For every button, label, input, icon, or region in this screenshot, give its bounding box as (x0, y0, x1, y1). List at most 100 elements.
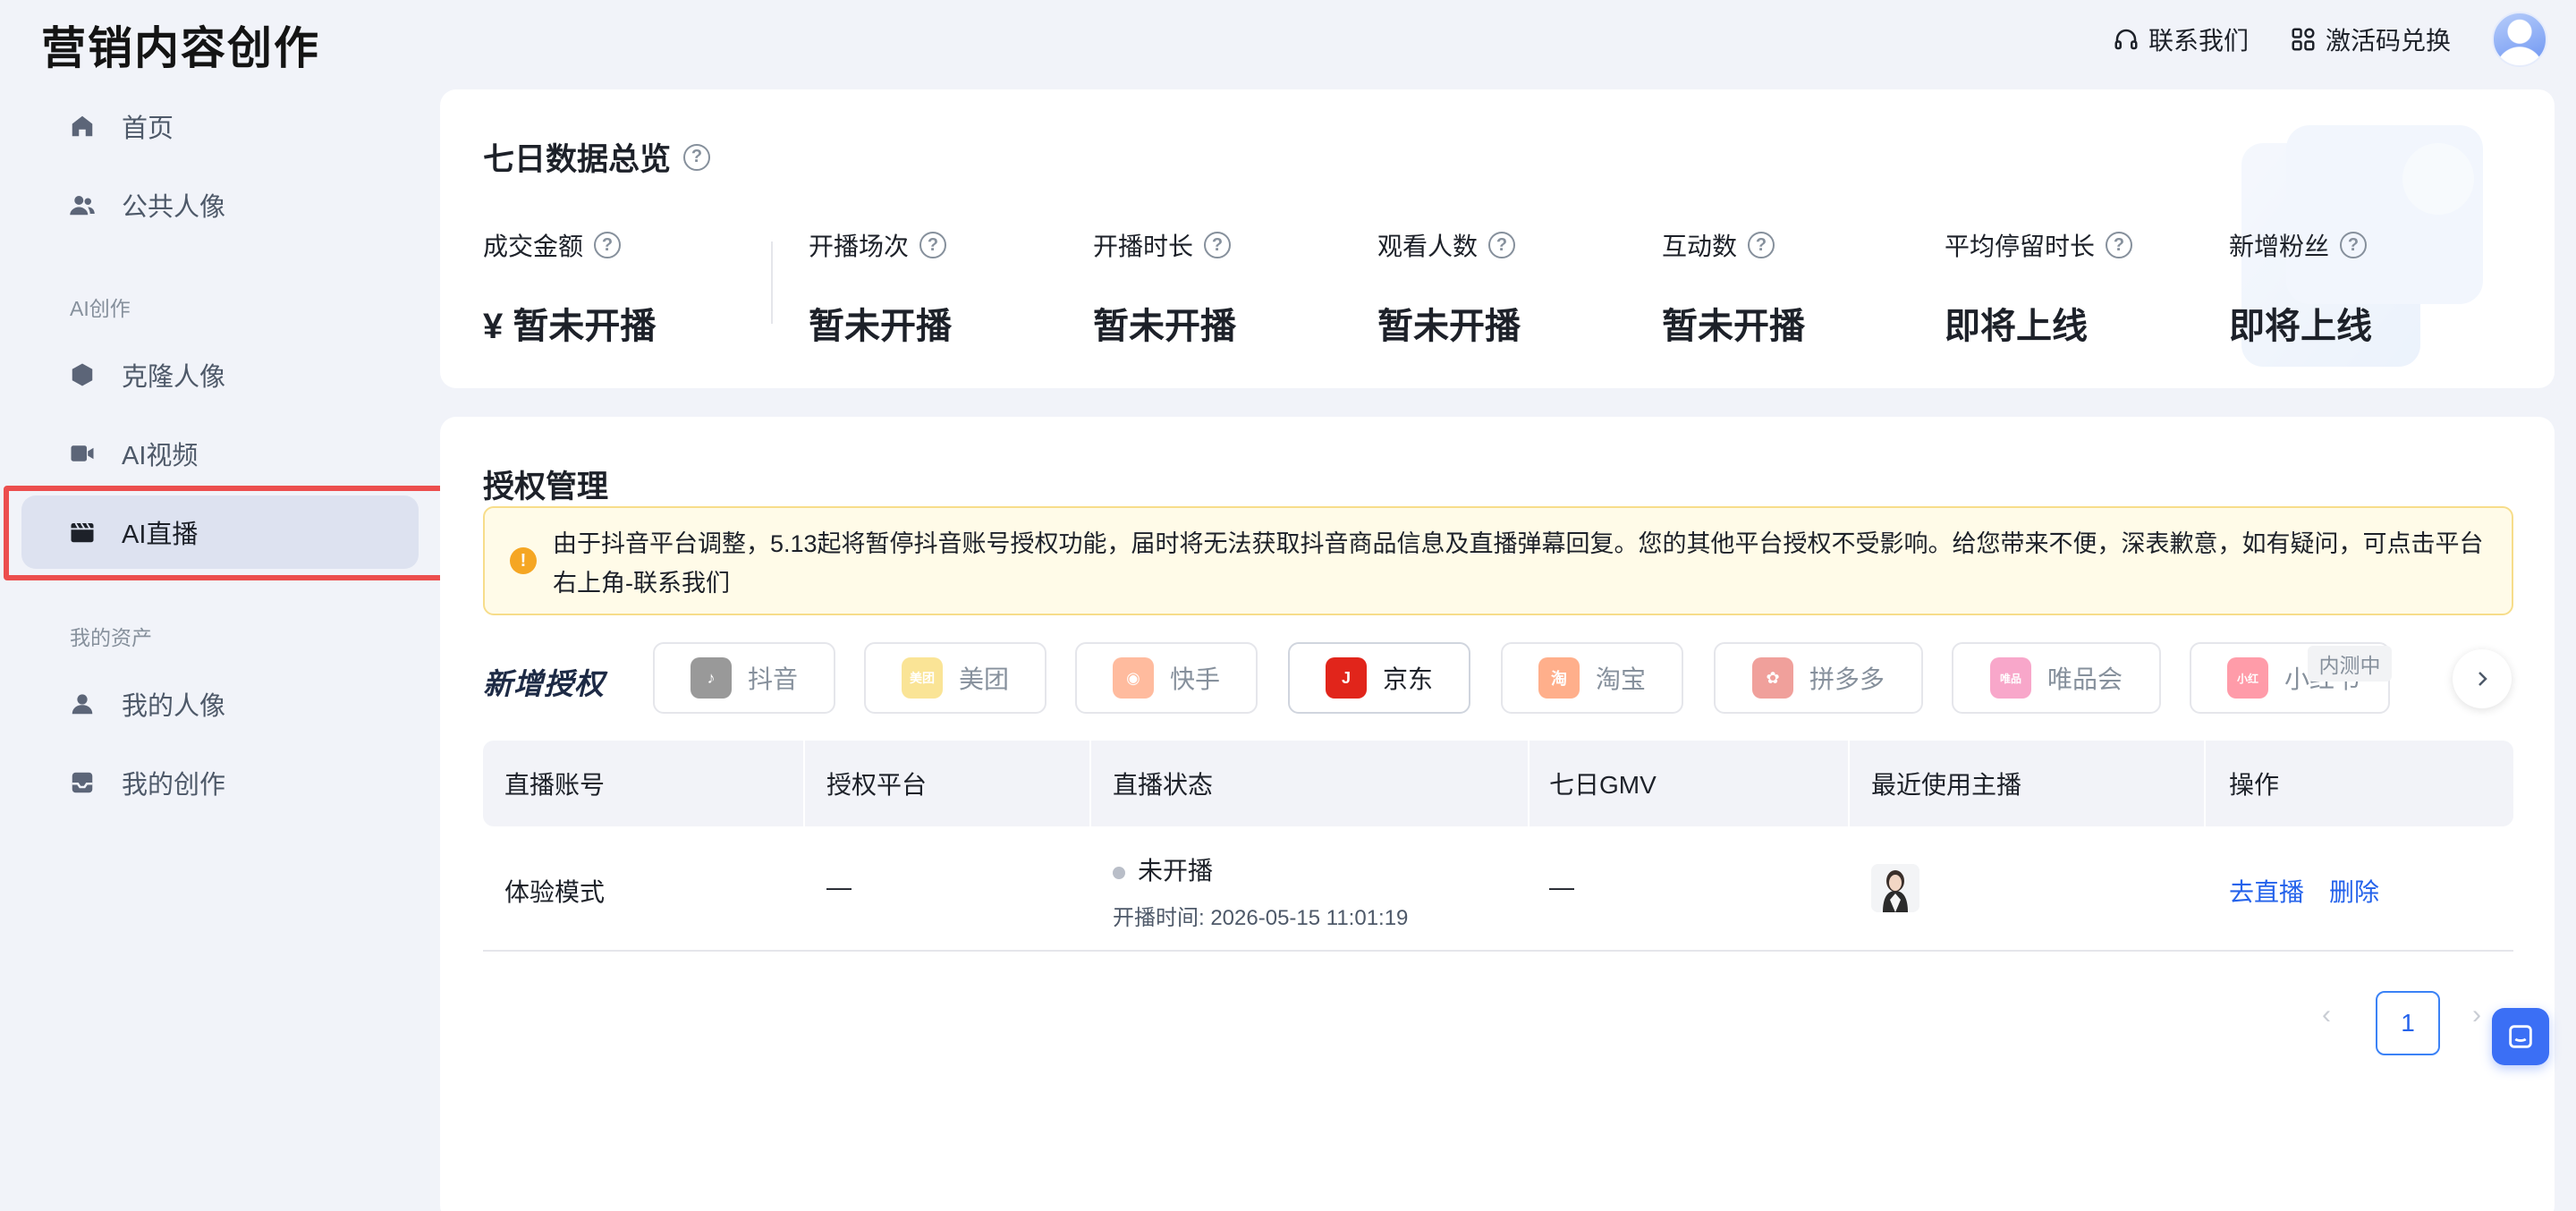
help-icon[interactable]: ? (594, 232, 622, 258)
platform-taobao[interactable]: 淘 淘宝 (1501, 642, 1683, 714)
table-row: 体验模式 — 未开播 开播时间: 2026-05-15 11:01:19 — 去… (483, 826, 2513, 952)
stat-avg-stay: 平均停留时长? 即将上线 (1945, 227, 2133, 349)
platform-pinduoduo[interactable]: ✿ 拼多多 (1714, 642, 1923, 714)
pagination-page-1[interactable]: 1 (2376, 991, 2440, 1055)
stat-new-followers: 新增粉丝? 即将上线 (2229, 227, 2372, 349)
column-header: 最近使用主播 (1871, 771, 2022, 799)
auth-title-text: 授权管理 (483, 470, 609, 504)
column-divider (1089, 741, 1091, 826)
help-icon[interactable]: ? (2340, 232, 2368, 258)
chat-support-button[interactable] (2492, 1008, 2549, 1065)
cell-host (1871, 864, 1919, 912)
sidebar-group-ai-create: AI创作 (70, 297, 131, 320)
sidebar-item-label: 首页 (122, 114, 174, 143)
user-icon (68, 690, 97, 718)
contact-us-link[interactable]: 联系我们 (2113, 21, 2249, 57)
xiaohongshu-icon: 小红 (2227, 657, 2268, 699)
home-icon (68, 112, 97, 140)
cell-gmv: — (1549, 873, 1574, 901)
top-bar: 营销内容创作 联系我们 激活码兑换 (0, 0, 2576, 79)
stat-viewers: 观看人数? 暂未开播 (1377, 227, 1521, 349)
delete-button[interactable]: 删除 (2329, 873, 2379, 909)
platform-douyin[interactable]: ♪ 抖音 (653, 642, 835, 714)
platform-label: 唯品会 (2046, 665, 2123, 693)
help-icon[interactable]: ? (919, 232, 947, 258)
sidebar-item-clone-avatar[interactable]: 克隆人像 (21, 338, 419, 411)
sidebar-item-ai-live[interactable]: AI直播 (21, 495, 419, 569)
sidebar-item-label: 克隆人像 (122, 363, 226, 392)
table-header: 直播账号 授权平台 直播状态 七日GMV 最近使用主播 操作 (483, 741, 2513, 826)
cell-status: 未开播 开播时间: 2026-05-15 11:01:19 (1113, 851, 1408, 931)
pagination-prev-button[interactable]: ‹ (2322, 1000, 2331, 1030)
grid-icon (2292, 28, 2315, 51)
stat-value: 即将上线 (2229, 307, 2372, 346)
stat-value: ¥ 暂未开播 (483, 307, 657, 346)
column-header: 七日GMV (1549, 771, 1657, 799)
sidebar-item-label: 公共人像 (122, 193, 226, 222)
user-avatar[interactable] (2492, 12, 2547, 67)
status-dot (1113, 866, 1125, 879)
stat-value: 暂未开播 (809, 307, 952, 346)
platform-label: 京东 (1382, 665, 1433, 693)
sidebar-item-label: 我的创作 (122, 771, 226, 800)
stat-live-sessions: 开播场次? 暂未开播 (809, 227, 952, 349)
platforms-next-button[interactable] (2453, 649, 2512, 708)
help-icon[interactable]: ? (1748, 232, 1775, 258)
inbox-icon (68, 768, 97, 797)
column-header: 操作 (2229, 771, 2280, 799)
auth-title: 授权管理 (483, 462, 608, 507)
stats-title-text: 七日数据总览 (483, 142, 672, 177)
start-time: 开播时间: 2026-05-15 11:01:19 (1113, 906, 1409, 930)
host-avatar[interactable] (1871, 864, 1919, 912)
sidebar-item-home[interactable]: 首页 (21, 89, 419, 163)
sidebar-item-label: AI直播 (122, 521, 199, 549)
help-icon[interactable]: ? (1204, 232, 1232, 258)
pagination-next-button[interactable]: › (2472, 1000, 2481, 1030)
platform-label: 拼多多 (1809, 665, 1885, 693)
help-icon[interactable]: ? (683, 143, 711, 171)
stat-divider (771, 241, 773, 324)
platform-vipshop[interactable]: 唯品 唯品会 (1952, 642, 2161, 714)
go-live-button[interactable]: 去直播 (2229, 873, 2304, 909)
users-icon (68, 191, 97, 219)
platform-jd[interactable]: J 京东 (1288, 642, 1470, 714)
auth-management-panel: 授权管理 ! 由于抖音平台调整，5.13起将暂停抖音账号授权功能，届时将无法获取… (440, 417, 2555, 1211)
contact-us-label: 联系我们 (2148, 27, 2249, 55)
sidebar-item-ai-video[interactable]: AI视频 (21, 417, 419, 490)
stat-interactions: 互动数? 暂未开播 (1662, 227, 1805, 349)
column-divider (1848, 741, 1850, 826)
hexagon-icon (68, 360, 97, 389)
column-divider (1528, 741, 1530, 826)
stat-label: 开播场次 (809, 233, 910, 260)
help-icon[interactable]: ? (2106, 232, 2133, 258)
stats-title: 七日数据总览 ? (483, 134, 711, 180)
redeem-code-link[interactable]: 激活码兑换 (2290, 21, 2451, 57)
column-header: 直播账号 (504, 771, 606, 799)
jd-icon: J (1325, 657, 1367, 699)
headset-icon (2114, 29, 2138, 50)
warning-icon: ! (510, 547, 537, 574)
stat-label: 开播时长 (1093, 233, 1194, 260)
platform-kuaishou[interactable]: ◉ 快手 (1075, 642, 1258, 714)
platform-label: 美团 (958, 665, 1009, 693)
platform-label: 淘宝 (1595, 665, 1646, 693)
sidebar-item-my-avatars[interactable]: 我的人像 (21, 667, 419, 741)
stat-gmv: 成交金额? ¥ 暂未开播 (483, 227, 656, 349)
app-logo[interactable]: 营销内容创作 (41, 13, 320, 77)
sidebar-item-label: 我的人像 (122, 692, 226, 721)
stats-overview-panel: 七日数据总览 ? 成交金额? ¥ 暂未开播 开播场次? 暂未开播 开播时长? 暂… (440, 89, 2555, 388)
taobao-icon: 淘 (1538, 657, 1580, 699)
platform-label: 抖音 (747, 665, 798, 693)
stat-label: 成交金额 (483, 233, 584, 260)
cell-platform: — (826, 873, 852, 901)
sidebar-item-label: AI视频 (122, 442, 199, 470)
clapperboard-icon (68, 518, 97, 546)
platform-label: 快手 (1169, 665, 1220, 693)
sidebar-item-my-creations[interactable]: 我的创作 (21, 746, 419, 819)
platform-meituan[interactable]: 美团 美团 (864, 642, 1046, 714)
stat-value: 即将上线 (1945, 307, 2088, 346)
douyin-icon: ♪ (690, 657, 732, 699)
sidebar-item-public-avatars[interactable]: 公共人像 (21, 168, 419, 241)
stat-label: 互动数 (1662, 233, 1738, 260)
help-icon[interactable]: ? (1488, 232, 1516, 258)
